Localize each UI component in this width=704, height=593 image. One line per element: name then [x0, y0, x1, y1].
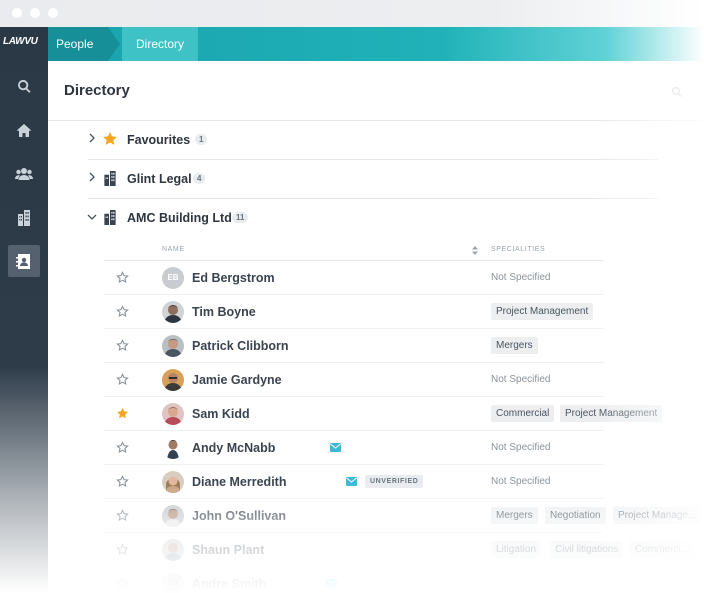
table-row[interactable]: Andre Smith — [104, 567, 604, 593]
speciality-tag: Negotiation — [545, 507, 606, 524]
building-icon[interactable] — [14, 208, 34, 228]
specialities-empty: Not Specified — [491, 272, 551, 283]
chevron-right-icon[interactable] — [88, 133, 96, 143]
avatar — [162, 437, 184, 459]
app-logo[interactable]: LAWVU — [3, 36, 38, 47]
table-row[interactable]: Sam Kidd Commercial Project Management — [104, 397, 663, 431]
group-count-badge: 4 — [193, 173, 206, 184]
email-icon[interactable] — [330, 443, 341, 452]
group-label: Glint Legal — [127, 172, 192, 186]
main-content: Directory Favourites 1 Glint Legal 4 AMC… — [48, 61, 704, 593]
speciality-tag: Mergers — [491, 337, 538, 354]
speciality-tag: Civil litigations — [550, 541, 624, 558]
group-label: Favourites — [127, 133, 191, 147]
person-name[interactable]: John O'Sullivan — [192, 509, 286, 523]
star-outline-icon[interactable] — [116, 271, 129, 284]
person-name[interactable]: Ed Bergstrom — [192, 271, 275, 285]
window-dot[interactable] — [12, 8, 22, 18]
avatar — [162, 573, 184, 593]
avatar — [162, 403, 184, 425]
sort-icon[interactable] — [472, 246, 478, 255]
unverified-badge: UNVERIFIED — [365, 475, 424, 488]
email-icon[interactable] — [346, 477, 357, 486]
person-name[interactable]: Jamie Gardyne — [192, 373, 282, 387]
speciality-tag: Commercial — [491, 405, 555, 422]
column-header-name[interactable]: NAME — [162, 246, 185, 253]
specialities-empty: Not Specified — [491, 374, 551, 385]
person-name[interactable]: Shaun Plant — [192, 543, 264, 557]
star-outline-icon[interactable] — [116, 577, 129, 590]
search-icon[interactable] — [671, 85, 683, 103]
person-name[interactable]: Patrick Clibborn — [192, 339, 289, 353]
star-icon — [103, 132, 117, 145]
window-dot[interactable] — [48, 8, 58, 18]
person-name[interactable]: Andre Smith — [192, 577, 266, 591]
avatar: EB — [162, 267, 184, 289]
star-outline-icon[interactable] — [116, 543, 129, 556]
page-title: Directory — [64, 82, 130, 99]
breadcrumb-directory[interactable]: Directory — [122, 27, 198, 61]
window-dot[interactable] — [30, 8, 40, 18]
person-name[interactable]: Tim Boyne — [192, 305, 256, 319]
speciality-tag: Project Manage... — [613, 507, 702, 524]
group-count-badge: 1 — [195, 134, 208, 145]
app-window: LAWVU People Directory Directory Favouri… — [0, 0, 704, 593]
person-name[interactable]: Sam Kidd — [192, 407, 250, 421]
specialities-empty: Not Specified — [491, 476, 551, 487]
star-outline-icon[interactable] — [116, 509, 129, 522]
group-glint-legal[interactable]: Glint Legal 4 — [88, 160, 658, 198]
breadcrumb-separator — [108, 27, 120, 61]
speciality-tag: Mergers — [491, 507, 538, 524]
specialities-empty: Not Specified — [491, 442, 551, 453]
group-label: AMC Building Ltd — [127, 211, 232, 225]
home-icon[interactable] — [14, 120, 34, 140]
group-favourites[interactable]: Favourites 1 — [88, 121, 658, 159]
table-header: NAME SPECIALITIES — [104, 243, 604, 260]
building-icon — [104, 210, 116, 225]
column-header-specialities[interactable]: SPECIALITIES — [491, 246, 545, 253]
speciality-tag: Litigation — [491, 541, 542, 558]
table-row[interactable]: Tim Boyne Project Management — [104, 295, 604, 329]
person-name[interactable]: Diane Merredith — [192, 475, 286, 489]
sidebar: LAWVU — [0, 27, 48, 593]
avatar — [162, 471, 184, 493]
table-row[interactable]: Andy McNabb Not Specified — [104, 431, 604, 465]
avatar — [162, 335, 184, 357]
star-outline-icon[interactable] — [116, 373, 129, 386]
star-outline-icon[interactable] — [116, 305, 129, 318]
avatar — [162, 505, 184, 527]
star-outline-icon[interactable] — [116, 475, 129, 488]
email-icon[interactable] — [326, 579, 337, 588]
search-icon[interactable] — [14, 76, 34, 96]
star-outline-icon[interactable] — [116, 441, 129, 454]
table-row[interactable]: John O'Sullivan Mergers Negotiation Proj… — [104, 499, 702, 533]
table-row[interactable]: EB Ed Bergstrom Not Specified — [104, 261, 604, 295]
speciality-tag: Project Management — [560, 405, 663, 422]
chevron-right-icon[interactable] — [88, 172, 96, 182]
group-amc-building[interactable]: AMC Building Ltd 11 — [87, 199, 658, 237]
speciality-tag: Commerci... — [630, 541, 694, 558]
table-row[interactable]: Diane Merredith UNVERIFIED Not Specified — [104, 465, 604, 499]
avatar — [162, 539, 184, 561]
top-navigation: People Directory — [48, 27, 704, 61]
avatar — [162, 301, 184, 323]
breadcrumb-people[interactable]: People — [48, 27, 108, 61]
star-filled-icon[interactable] — [116, 407, 129, 420]
star-outline-icon[interactable] — [116, 339, 129, 352]
contact-book-icon[interactable] — [8, 245, 40, 277]
window-chrome — [0, 0, 704, 27]
people-icon[interactable] — [14, 164, 34, 184]
person-name[interactable]: Andy McNabb — [192, 441, 275, 455]
avatar — [162, 369, 184, 391]
building-icon — [104, 171, 116, 186]
table-row[interactable]: Patrick Clibborn Mergers — [104, 329, 604, 363]
table-row[interactable]: Shaun Plant Litigation Civil litigations… — [104, 533, 694, 567]
chevron-down-icon[interactable] — [87, 213, 97, 221]
table-row[interactable]: Jamie Gardyne Not Specified — [104, 363, 604, 397]
group-count-badge: 11 — [232, 212, 249, 223]
speciality-tag: Project Management — [491, 303, 594, 320]
